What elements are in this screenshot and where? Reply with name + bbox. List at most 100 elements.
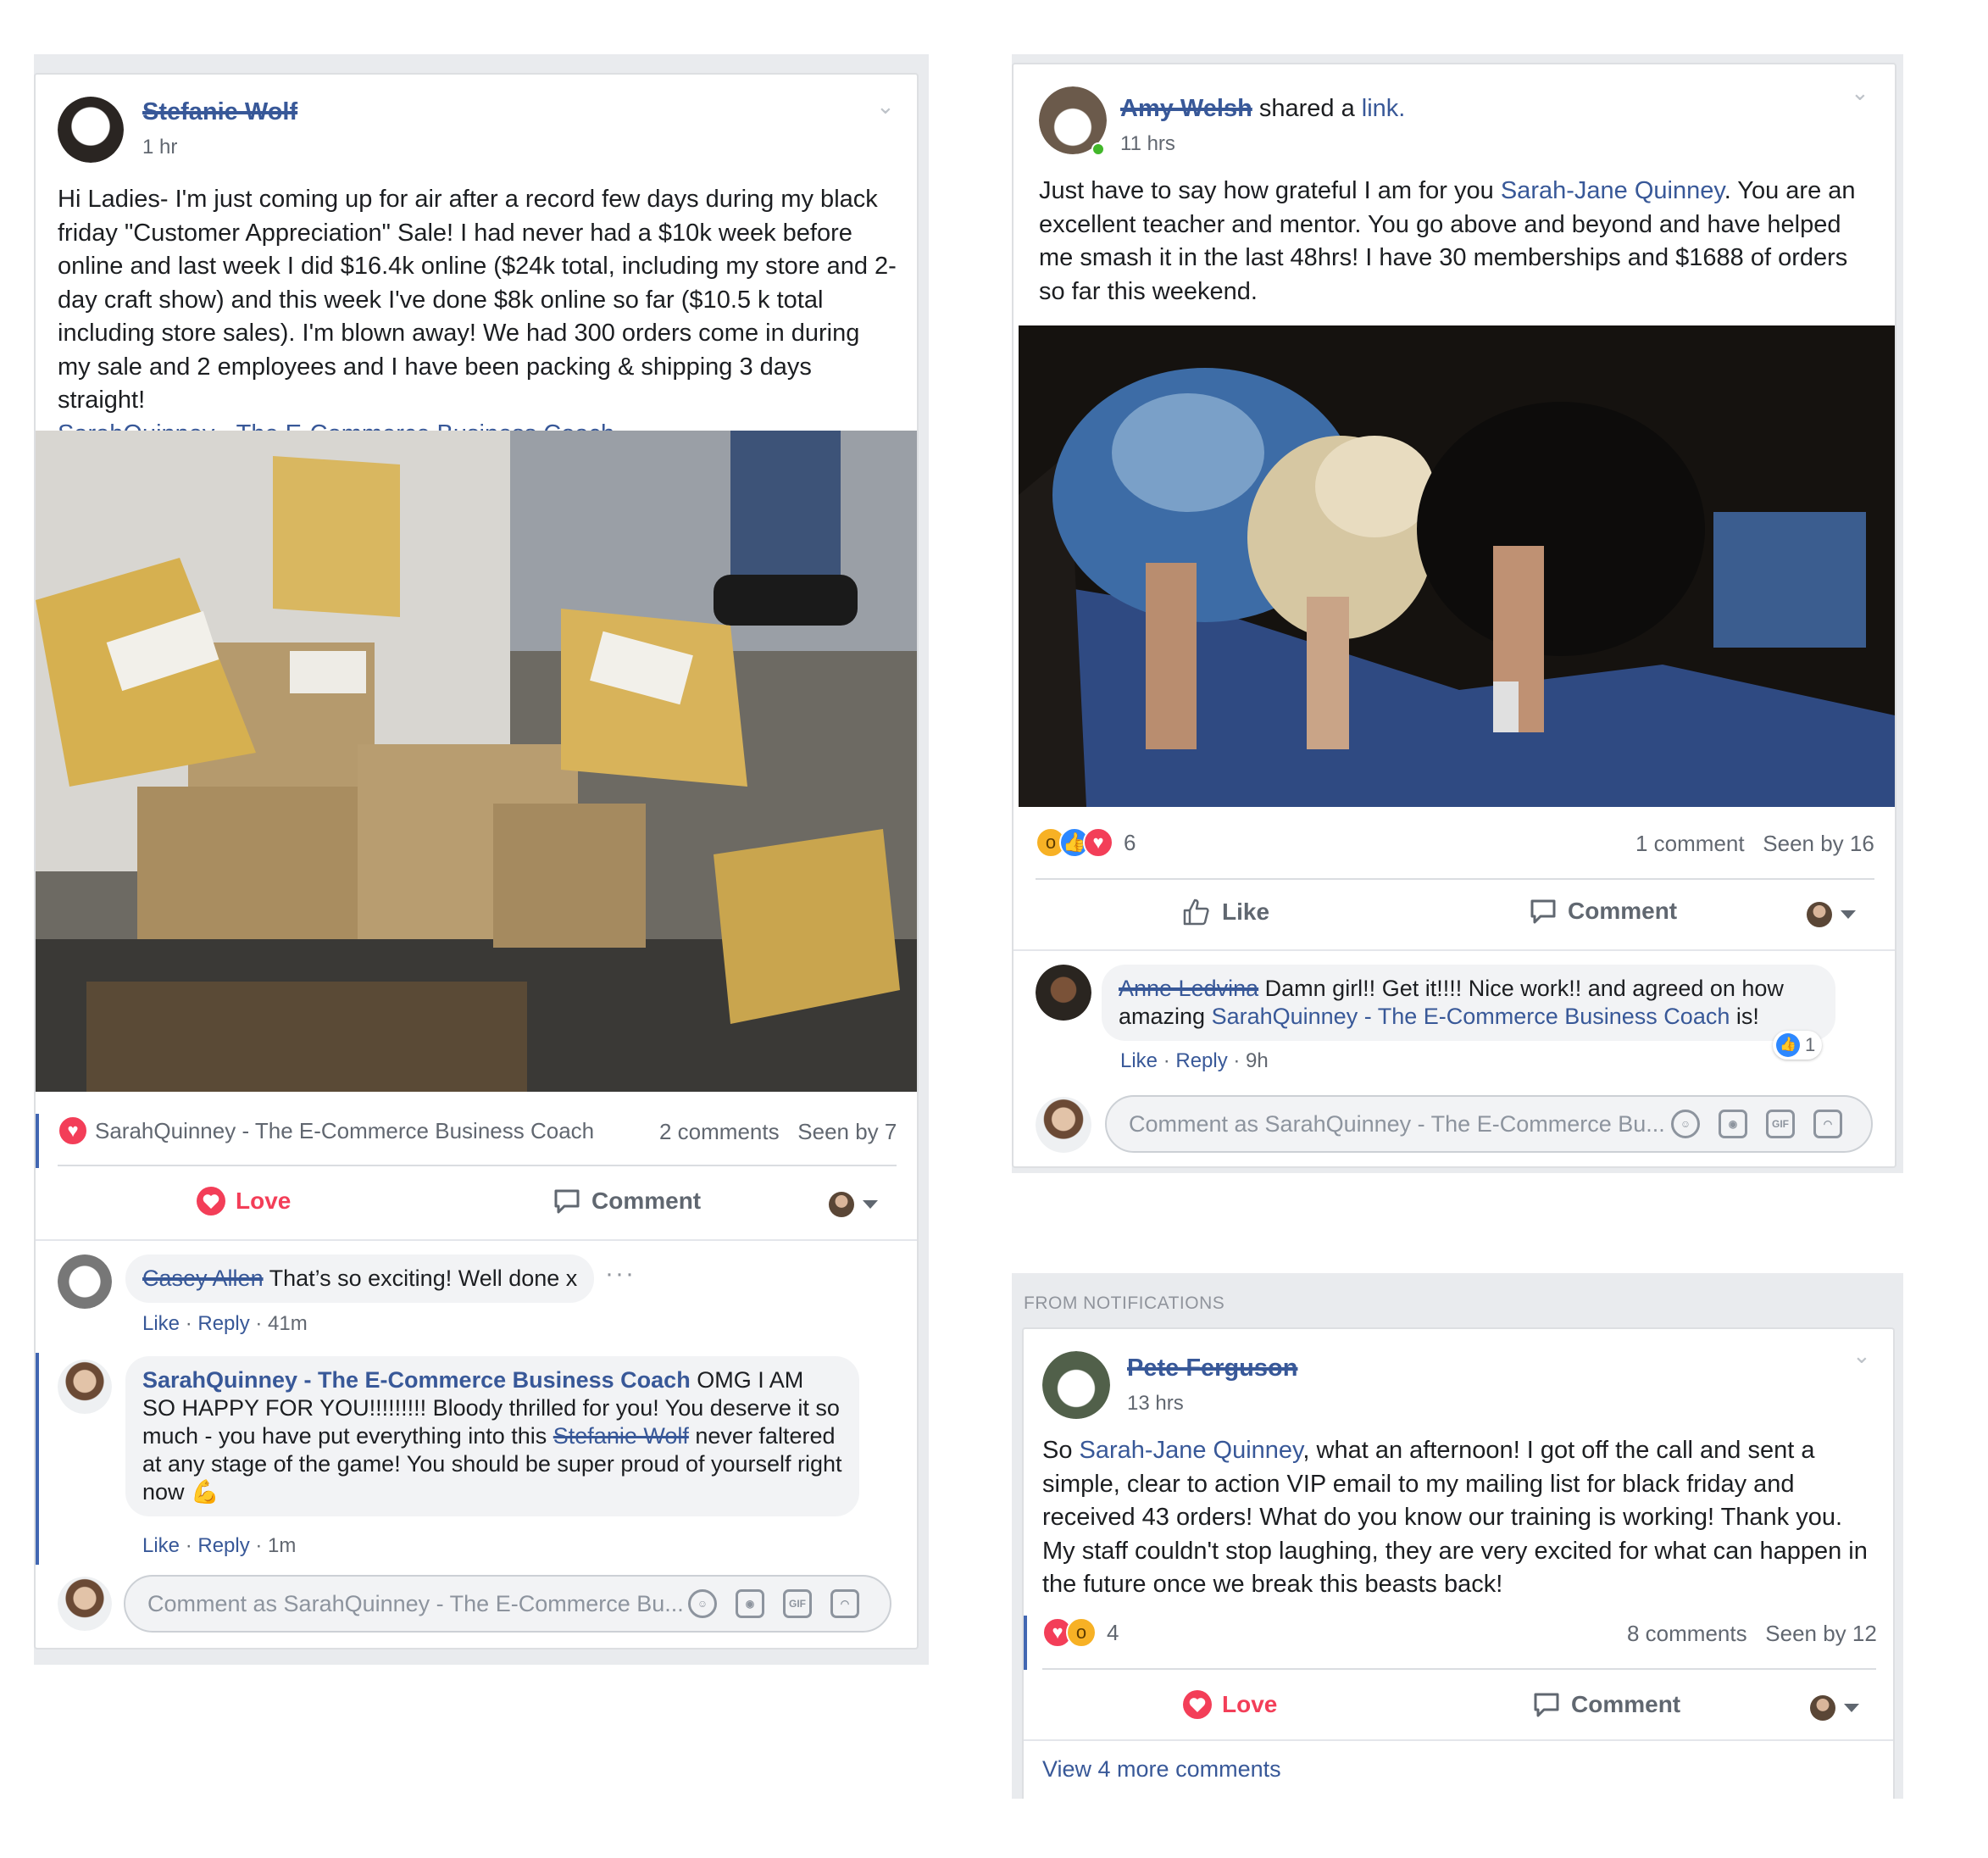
comment-label: Comment bbox=[1568, 898, 1678, 924]
author-avatar[interactable] bbox=[58, 97, 124, 163]
commenter-avatar[interactable] bbox=[1036, 965, 1091, 1021]
comment-input-tools: ☺ ◉ GIF ◠ bbox=[1671, 1110, 1842, 1138]
post-card-2: Amy Welsh shared a link. 11 hrs ⌄ Just h… bbox=[1012, 63, 1896, 1168]
comment-like-link[interactable]: Like bbox=[142, 1312, 180, 1335]
seen-by[interactable]: Seen by 12 bbox=[1765, 1621, 1877, 1646]
comment-time[interactable]: 41m bbox=[268, 1312, 308, 1335]
current-user-avatar bbox=[58, 1577, 112, 1631]
shared-text: shared a bbox=[1258, 95, 1355, 122]
caret-down-icon bbox=[1841, 910, 1856, 919]
post-photo-packages[interactable] bbox=[36, 431, 917, 1092]
comment-label: Comment bbox=[591, 1188, 702, 1214]
post-stats[interactable]: 8 comments Seen by 12 bbox=[1627, 1621, 1877, 1647]
comment-reply-link[interactable]: Reply bbox=[197, 1312, 249, 1335]
commenter-name[interactable]: SarahQuinney - The E-Commerce Business C… bbox=[142, 1367, 691, 1393]
post-author[interactable]: Stefanie Wolf bbox=[142, 98, 297, 126]
seen-by[interactable]: Seen by 16 bbox=[1763, 831, 1874, 856]
post-time[interactable]: 13 hrs bbox=[1127, 1392, 1184, 1416]
commenter-avatar[interactable] bbox=[58, 1254, 112, 1309]
reactions-summary[interactable]: ♥ o 4 bbox=[1042, 1617, 1119, 1648]
divider bbox=[1013, 949, 1895, 951]
mention-link[interactable]: Sarah-Jane Quinney bbox=[1080, 1437, 1303, 1464]
comment-text: is! bbox=[1735, 1004, 1759, 1029]
comment-button[interactable]: Comment bbox=[1532, 1690, 1680, 1719]
comment-button[interactable]: Comment bbox=[1529, 897, 1677, 926]
emoji-icon[interactable]: ☺ bbox=[1671, 1110, 1700, 1138]
like-button[interactable]: Like bbox=[1181, 897, 1269, 927]
comments-count[interactable]: 2 comments bbox=[659, 1119, 780, 1144]
comment-like-badge[interactable]: 👍 1 bbox=[1773, 1031, 1823, 1060]
caret-down-icon bbox=[1844, 1704, 1859, 1712]
emoji-icon[interactable]: ☺ bbox=[688, 1589, 717, 1618]
reactions-summary[interactable]: ♥ SarahQuinney - The E-Commerce Business… bbox=[58, 1115, 594, 1146]
identity-avatar bbox=[1810, 1695, 1835, 1721]
comment-like-link[interactable]: Like bbox=[1120, 1049, 1158, 1072]
comment-reply-link[interactable]: Reply bbox=[197, 1534, 249, 1557]
comment-time[interactable]: 1m bbox=[268, 1534, 296, 1557]
post-time[interactable]: 11 hrs bbox=[1120, 132, 1175, 156]
divider bbox=[1036, 878, 1874, 880]
post-options-chevron-icon[interactable]: ⌄ bbox=[1851, 80, 1869, 106]
gif-icon[interactable]: GIF bbox=[783, 1589, 812, 1618]
post-stats[interactable]: 2 comments Seen by 7 bbox=[659, 1119, 897, 1145]
shared-link[interactable]: link. bbox=[1362, 95, 1406, 122]
post-gif-image[interactable] bbox=[1019, 325, 1895, 807]
author-name[interactable]: Amy Welsh bbox=[1120, 95, 1252, 122]
comment-meta: Like · Reply · 9h bbox=[1120, 1049, 1269, 1072]
commenter-avatar[interactable] bbox=[58, 1360, 112, 1414]
seen-indicator-bar bbox=[36, 1114, 39, 1168]
flexed-bicep-icon: 💪 bbox=[191, 1479, 219, 1505]
camera-icon[interactable]: ◉ bbox=[736, 1589, 764, 1618]
comment-bubble: Casey Allen That’s so exciting! Well don… bbox=[125, 1254, 595, 1303]
comment-button[interactable]: Comment bbox=[553, 1187, 701, 1215]
sticker-icon[interactable]: ◠ bbox=[830, 1589, 859, 1618]
post-options-chevron-icon[interactable]: ⌄ bbox=[1852, 1343, 1871, 1369]
post-author[interactable]: Pete Ferguson bbox=[1127, 1355, 1297, 1382]
heart-icon bbox=[1183, 1690, 1212, 1719]
post-options-chevron-icon[interactable]: ⌄ bbox=[876, 93, 895, 120]
comment-like-link[interactable]: Like bbox=[142, 1534, 180, 1557]
comment-icon bbox=[1530, 899, 1556, 924]
identity-chooser[interactable] bbox=[829, 1192, 878, 1217]
identity-chooser[interactable] bbox=[1807, 902, 1856, 927]
love-button[interactable]: Love bbox=[197, 1187, 291, 1215]
love-label: Love bbox=[236, 1188, 292, 1214]
comment-like-count: 1 bbox=[1805, 1034, 1816, 1055]
mention-link[interactable]: SarahQuinney - The E-Commerce Business C… bbox=[1212, 1004, 1730, 1029]
love-label: Love bbox=[1222, 1691, 1278, 1717]
sticker-icon[interactable]: ◠ bbox=[1813, 1110, 1842, 1138]
gif-image bbox=[1019, 325, 1895, 807]
camera-icon[interactable]: ◉ bbox=[1719, 1110, 1747, 1138]
comments-count[interactable]: 1 comment bbox=[1635, 831, 1745, 856]
view-more-comments-link[interactable]: View 4 more comments bbox=[1042, 1756, 1281, 1783]
identity-chooser[interactable] bbox=[1810, 1695, 1859, 1721]
gif-icon[interactable]: GIF bbox=[1766, 1110, 1795, 1138]
tagged-name-redacted[interactable]: Stefanie Wolf bbox=[553, 1423, 689, 1449]
comment-label: Comment bbox=[1571, 1691, 1681, 1717]
comments-count[interactable]: 8 comments bbox=[1627, 1621, 1747, 1646]
post-time[interactable]: 1 hr bbox=[142, 136, 177, 159]
commenter-name[interactable]: Anne Ledvina bbox=[1119, 976, 1258, 1001]
comment-bubble: SarahQuinney - The E-Commerce Business C… bbox=[125, 1356, 859, 1516]
love-button[interactable]: Love bbox=[1183, 1690, 1277, 1719]
identity-avatar bbox=[1807, 902, 1832, 927]
comment-reply-link[interactable]: Reply bbox=[1175, 1049, 1227, 1072]
divider bbox=[58, 1165, 897, 1166]
comment-icon bbox=[1534, 1693, 1559, 1717]
reactions-summary[interactable]: o 👍 ♥ 6 bbox=[1036, 827, 1136, 858]
seen-by[interactable]: Seen by 7 bbox=[797, 1119, 897, 1144]
divider bbox=[1042, 1668, 1876, 1670]
mention-link[interactable]: Sarah-Jane Quinney bbox=[1501, 177, 1724, 204]
author-avatar[interactable] bbox=[1042, 1351, 1110, 1419]
comment-text: That’s so exciting! Well done x bbox=[269, 1266, 578, 1291]
comment-input-tools: ☺ ◉ GIF ◠ bbox=[688, 1589, 859, 1618]
identity-avatar bbox=[829, 1192, 854, 1217]
commenter-name[interactable]: Casey Allen bbox=[142, 1266, 264, 1291]
thumbs-up-icon bbox=[1183, 898, 1209, 926]
post-stats[interactable]: 1 comment Seen by 16 bbox=[1635, 831, 1874, 857]
comment-meta: Like · Reply · 1m bbox=[142, 1534, 297, 1557]
comment-options-icon[interactable]: ··· bbox=[605, 1260, 636, 1288]
love-reaction-icon: ♥ bbox=[58, 1115, 88, 1146]
comment-time[interactable]: 9h bbox=[1246, 1049, 1269, 1072]
post-author: Amy Welsh shared a link. bbox=[1120, 95, 1405, 123]
